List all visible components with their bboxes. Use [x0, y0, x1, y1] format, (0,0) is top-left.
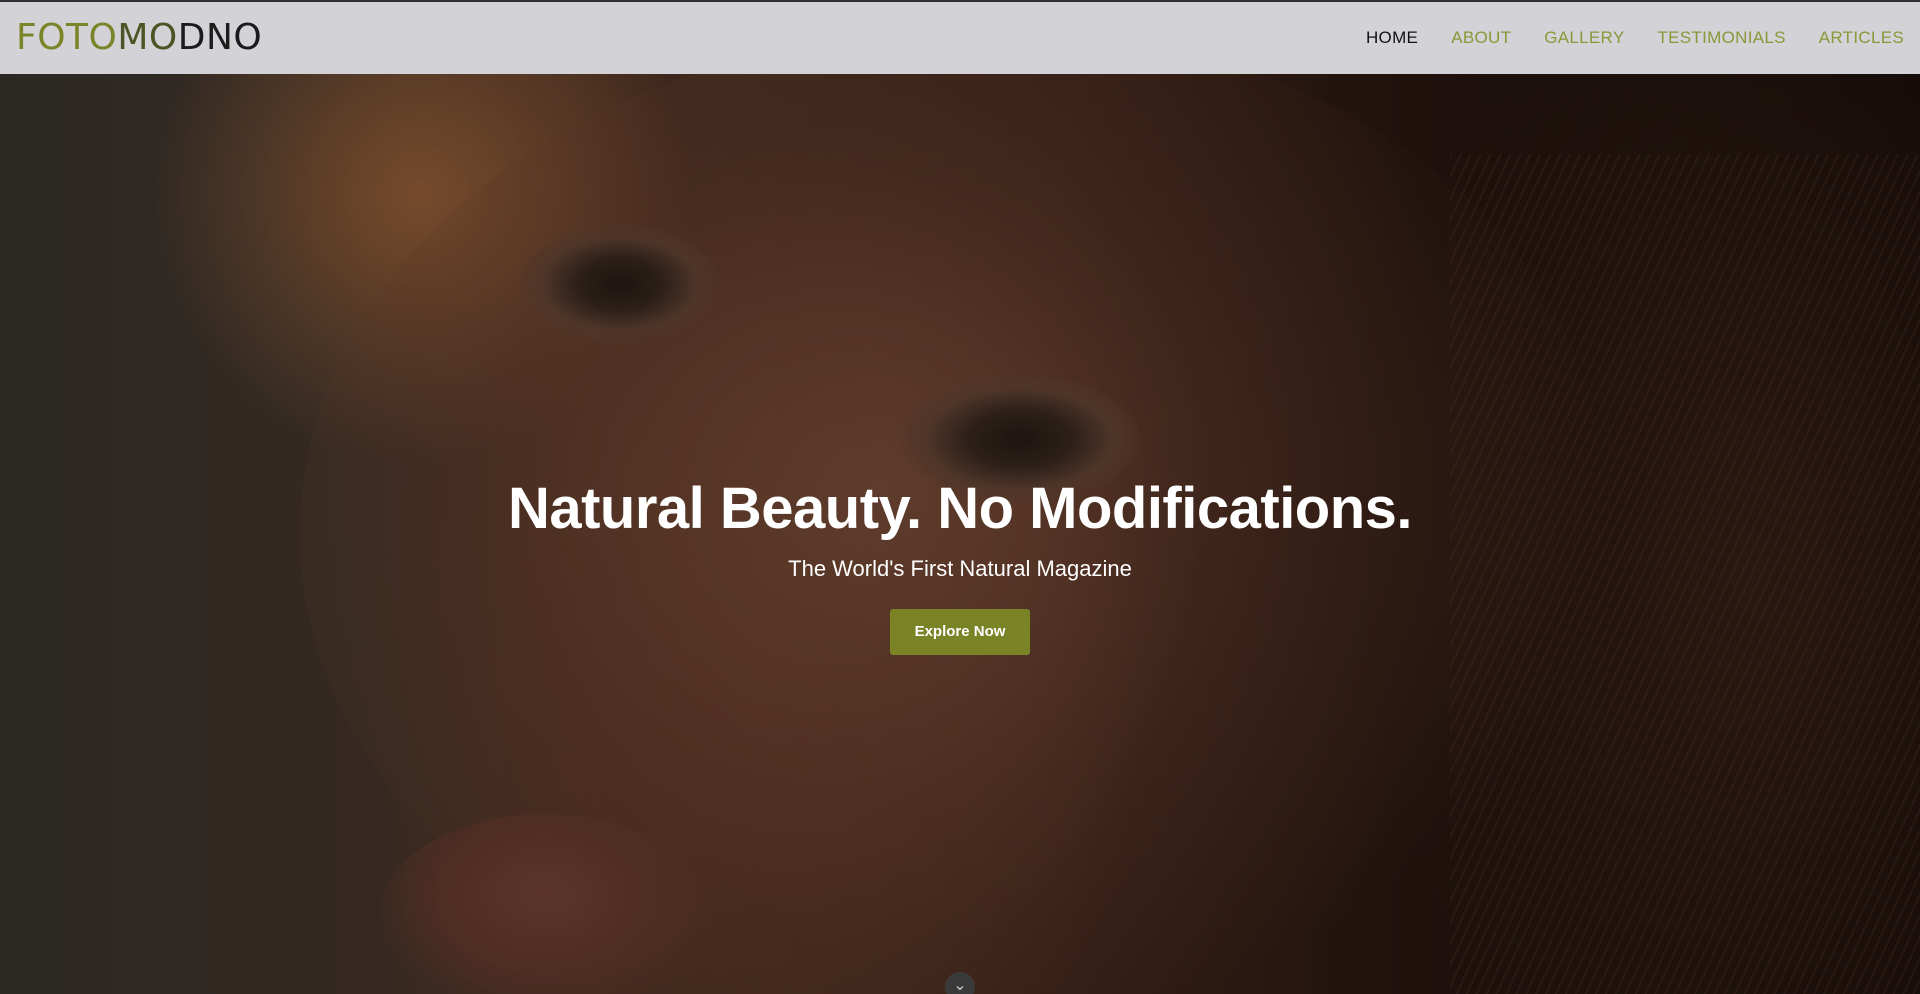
main-nav: HOME ABOUT GALLERY TESTIMONIALS ARTICLES: [1333, 28, 1904, 48]
navbar: FOTO MO DNO HOME ABOUT GALLERY TESTIMONIAL…: [0, 2, 1920, 74]
nav-item-testimonials[interactable]: TESTIMONIALS: [1657, 28, 1785, 48]
nav-item-home[interactable]: HOME: [1366, 28, 1418, 48]
hero-subtitle: The World's First Natural Magazine: [788, 555, 1132, 581]
hero-content: Natural Beauty. No Modifications. The Wo…: [0, 474, 1920, 655]
scroll-down-button[interactable]: ⌄: [945, 972, 975, 994]
brand-logo-part-2: MO: [117, 17, 178, 58]
explore-now-button[interactable]: Explore Now: [890, 608, 1030, 655]
nav-item-gallery[interactable]: GALLERY: [1544, 28, 1624, 48]
brand-logo-part-1: FOTO: [16, 17, 118, 58]
brand-logo-part-3: DNO: [177, 17, 263, 58]
chevron-down-icon: ⌄: [953, 977, 967, 994]
nav-item-about[interactable]: ABOUT: [1451, 28, 1511, 48]
hero-title: Natural Beauty. No Modifications.: [507, 476, 1413, 541]
brand-logo[interactable]: FOTO MO DNO: [16, 20, 262, 56]
hero-section: Natural Beauty. No Modifications. The Wo…: [0, 74, 1920, 994]
nav-item-articles[interactable]: ARTICLES: [1819, 28, 1904, 48]
